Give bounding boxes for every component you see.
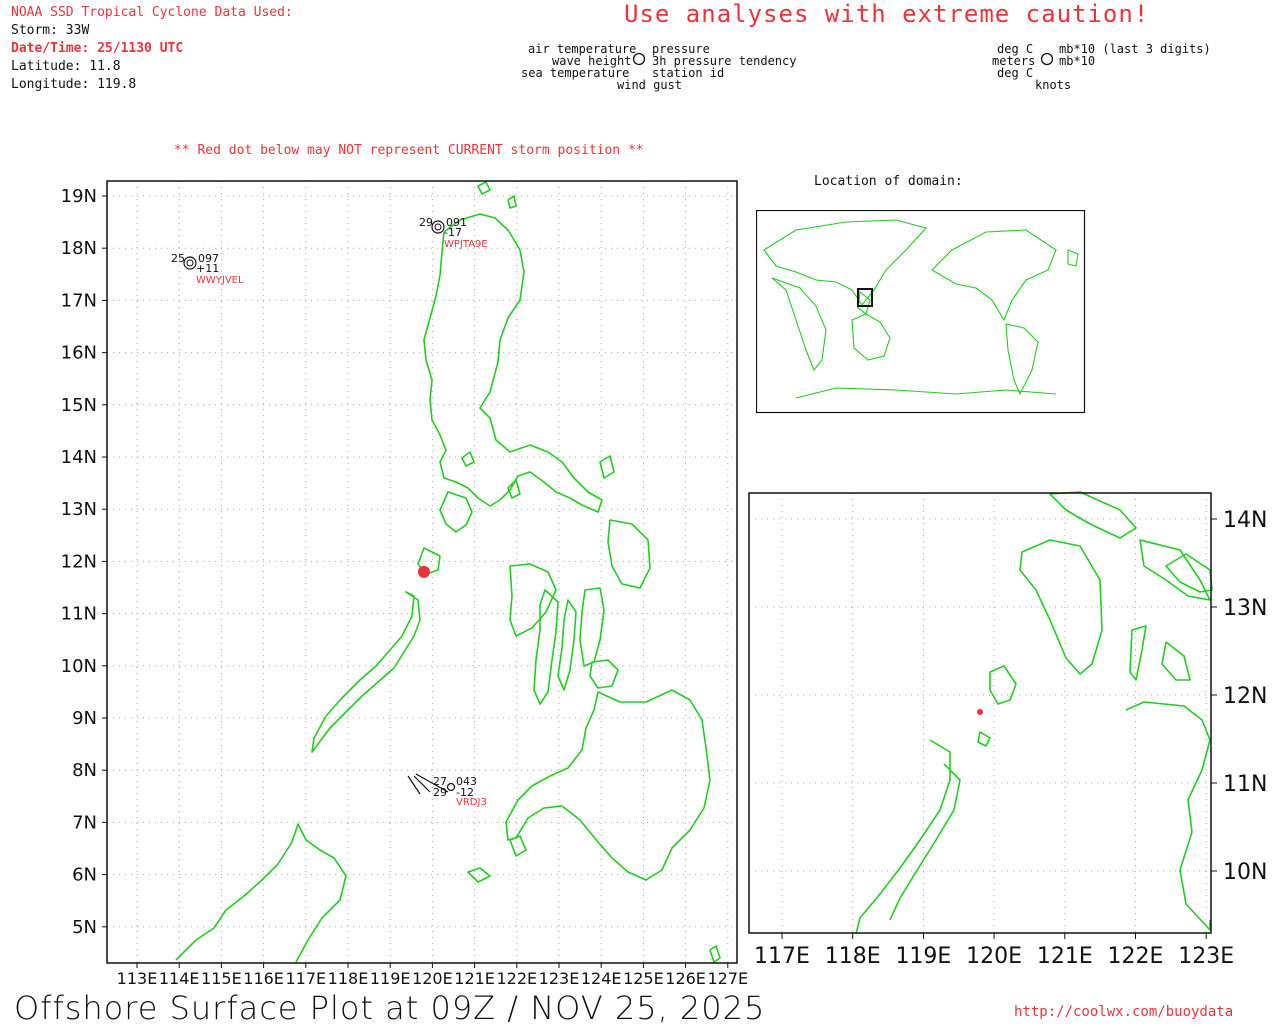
lat-tick-label: 13N bbox=[61, 499, 97, 520]
lon-tick-label: 122E bbox=[496, 969, 537, 988]
lon-tick-label: 116E bbox=[243, 969, 284, 988]
station-wpjta9e: 29 091 -17 WPJTA9E bbox=[419, 216, 488, 250]
zoom-map: 14N 13N 12N 11N 10N 117E 118E 119E 120E 121E 122E 1… bbox=[748, 491, 1267, 969]
lon-tick-label: 119E bbox=[370, 969, 411, 988]
lon-tick-label: 120E bbox=[412, 969, 453, 988]
lat-tick-label: 11N bbox=[1223, 772, 1267, 797]
lat-tick-label: 12N bbox=[1223, 684, 1267, 709]
lat-tick-label: 17N bbox=[61, 290, 97, 311]
lat-tick-label: 9N bbox=[72, 708, 97, 729]
legend-unit-mb10: mb*10 bbox=[1059, 54, 1096, 68]
lon-tick-label: 114E bbox=[159, 969, 200, 988]
source-url-link[interactable]: http://coolwx.com/buoydata bbox=[1014, 1004, 1233, 1020]
lat-tick-label: 12N bbox=[61, 551, 97, 572]
lon-tick-label: 119E bbox=[895, 944, 951, 969]
lat-tick-label: 16N bbox=[61, 343, 97, 364]
lat-tick-label: 8N bbox=[72, 760, 97, 781]
lon-tick-label: 126E bbox=[665, 969, 706, 988]
lat-tick-label: 7N bbox=[72, 812, 97, 833]
lon-tick-label: 118E bbox=[328, 969, 369, 988]
station-id: WPJTA9E bbox=[444, 239, 488, 250]
inset-title: Location of domain: bbox=[814, 174, 963, 189]
storm-position-marker bbox=[977, 709, 983, 715]
station-wwyjvel: 25 097 +11 WWYJVEL bbox=[171, 252, 244, 286]
main-map-grid: 19N 18N 17N 16N 15N 14N 13N 12N 11N 10N 9N 8N 7N 6N 5N… bbox=[61, 181, 748, 988]
coastline bbox=[175, 181, 721, 963]
lon-tick-label: 113E bbox=[117, 969, 158, 988]
legend-unit-deg-c-sea: deg C bbox=[997, 66, 1034, 80]
lon-tick-label: 118E bbox=[825, 944, 881, 969]
lat-tick-label: 14N bbox=[61, 447, 97, 468]
legend-unit-knots: knots bbox=[1035, 78, 1072, 92]
lon-tick-label: 125E bbox=[623, 969, 664, 988]
zoom-coastline bbox=[855, 491, 1213, 935]
station-vrdj3: 27 29 043 -12 VRDJ3 bbox=[407, 773, 487, 808]
lat-tick-label: 13N bbox=[1223, 596, 1267, 621]
lon-tick-label: 120E bbox=[966, 944, 1022, 969]
lat-tick-label: 19N bbox=[61, 186, 97, 207]
station-circle-icon bbox=[1040, 52, 1054, 66]
lat-tick-label: 18N bbox=[61, 238, 97, 259]
lon-tick-label: 117E bbox=[754, 944, 810, 969]
lon-tick-label: 121E bbox=[1037, 944, 1093, 969]
lat-tick-label: 6N bbox=[72, 865, 97, 886]
station-air-temp: 29 bbox=[419, 216, 433, 229]
lat-tick-label: 15N bbox=[61, 395, 97, 416]
storm-position-marker bbox=[417, 565, 430, 578]
lat-tick-label: 10N bbox=[61, 656, 97, 677]
lon-tick-label: 124E bbox=[581, 969, 622, 988]
station-id: WWYJVEL bbox=[196, 275, 244, 286]
lon-tick-label: 121E bbox=[454, 969, 495, 988]
station-tendency: +11 bbox=[196, 262, 219, 275]
lon-tick-label: 123E bbox=[539, 969, 580, 988]
lat-tick-label: 10N bbox=[1223, 860, 1267, 885]
station-air-temp: 25 bbox=[171, 252, 185, 265]
lat-tick-label: 14N bbox=[1223, 508, 1267, 533]
lat-tick-label: 11N bbox=[61, 604, 97, 625]
main-map: 19N 18N 17N 16N 15N 14N 13N 12N 11N 10N 9N 8N 7N 6N 5N… bbox=[61, 180, 748, 988]
lon-tick-label: 122E bbox=[1108, 944, 1164, 969]
lon-tick-label: 117E bbox=[285, 969, 326, 988]
plot-title: Offshore Surface Plot at 09Z / NOV 25, 2… bbox=[14, 989, 766, 1027]
station-id: VRDJ3 bbox=[456, 797, 487, 808]
lon-tick-label: 123E bbox=[1178, 944, 1234, 969]
inset-world-map bbox=[756, 210, 1086, 414]
station-sea-temp: 29 bbox=[433, 786, 447, 799]
lat-tick-label: 5N bbox=[72, 917, 97, 938]
lon-tick-label: 115E bbox=[201, 969, 242, 988]
station-tendency: -17 bbox=[444, 226, 462, 239]
